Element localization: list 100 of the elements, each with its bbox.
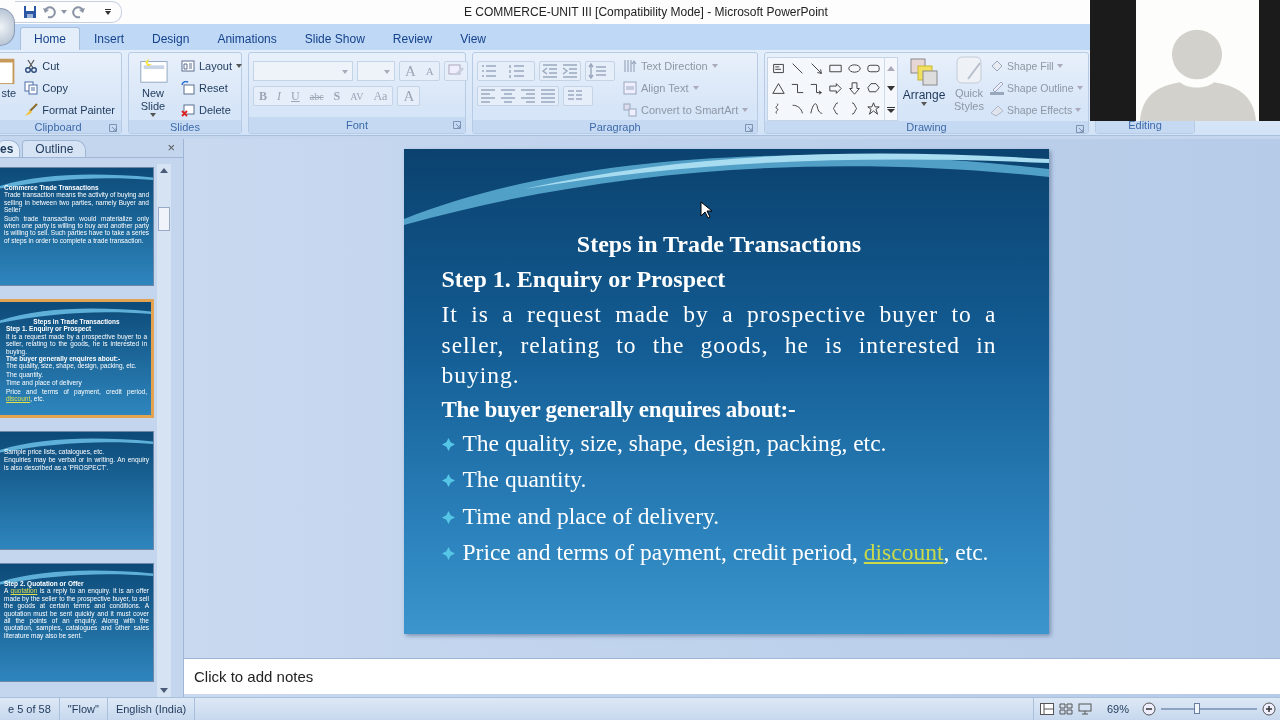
close-button[interactable]: × bbox=[167, 140, 175, 156]
ribbon-tab[interactable]: View bbox=[446, 27, 500, 50]
reset-icon bbox=[181, 80, 195, 95]
slide-paragraph: It is a request made by a prospective buyer to a seller, relating to the goods, he is interested in buying. bbox=[441, 300, 997, 390]
caret-icon bbox=[342, 70, 348, 74]
curve-icon[interactable] bbox=[810, 102, 823, 115]
rectangle-icon[interactable] bbox=[829, 62, 842, 75]
notes-field[interactable]: Click to add notes bbox=[184, 658, 1280, 694]
layout-icon bbox=[181, 58, 195, 73]
redo-icon[interactable] bbox=[72, 5, 86, 19]
caret-icon[interactable] bbox=[61, 10, 67, 14]
arrange-icon bbox=[909, 57, 939, 87]
bullet-icon bbox=[441, 474, 455, 487]
slide-title: Steps in Trade Transactions bbox=[575, 231, 863, 258]
align-text-icon bbox=[623, 80, 637, 95]
pen-icon bbox=[990, 80, 1004, 95]
scroll-down-icon[interactable] bbox=[887, 86, 895, 92]
theme-name: "Flow" bbox=[59, 698, 108, 720]
ribbon-button[interactable]: Format Painter bbox=[22, 99, 117, 120]
ribbon-tab[interactable]: Slide Show bbox=[290, 27, 379, 50]
slider-thumb[interactable] bbox=[1194, 703, 1201, 714]
slide-show-icon[interactable] bbox=[1077, 703, 1092, 715]
arrange-button[interactable]: Arrange bbox=[900, 55, 948, 106]
zoom-slider[interactable] bbox=[1161, 702, 1257, 716]
group-label: Editing bbox=[1128, 119, 1162, 131]
elbow-arrow-icon[interactable] bbox=[810, 82, 823, 95]
caret-icon bbox=[921, 102, 927, 106]
ribbon-tab[interactable]: Review bbox=[378, 27, 447, 50]
bullet-text: Time and place of delivery. bbox=[441, 500, 997, 531]
caret-icon bbox=[236, 63, 243, 68]
paint-bucket-icon bbox=[990, 58, 1004, 73]
ribbon-button[interactable]: Copy bbox=[22, 77, 117, 98]
bullet-text: The quality, size, shape, design, packing, etc. bbox=[441, 427, 997, 458]
slide-thumbnail[interactable] bbox=[0, 167, 154, 286]
pane-tab[interactable]: es bbox=[0, 140, 21, 157]
group-label: Drawing bbox=[906, 121, 947, 133]
group-label: Clipboard bbox=[34, 120, 82, 133]
scroll-thumb[interactable] bbox=[158, 207, 170, 231]
flowchart-icon[interactable] bbox=[867, 82, 880, 95]
bullet-text: Price and terms of payment, credit period, discount, etc. bbox=[441, 537, 997, 568]
caret-icon bbox=[150, 113, 156, 117]
slide-heading: The buyer generally enquires about:- bbox=[441, 396, 797, 423]
new-slide-button[interactable]: New Slide bbox=[133, 55, 173, 117]
scissors-icon bbox=[24, 58, 39, 73]
language[interactable]: English (India) bbox=[107, 698, 196, 720]
brush-icon bbox=[24, 102, 39, 117]
copy-icon bbox=[24, 80, 39, 95]
caret-icon bbox=[711, 63, 718, 68]
text-direction-icon bbox=[623, 58, 637, 73]
caret-icon bbox=[1076, 85, 1083, 90]
slide-thumbnail[interactable] bbox=[0, 563, 154, 682]
arrow-icon[interactable] bbox=[810, 62, 823, 75]
ribbon-tab[interactable]: Animations bbox=[203, 27, 291, 50]
arc-icon[interactable] bbox=[791, 102, 804, 115]
zoom-out-icon[interactable] bbox=[1142, 702, 1156, 716]
pane-tab[interactable]: Outline bbox=[22, 140, 87, 157]
down-arrow-icon[interactable] bbox=[848, 82, 861, 95]
save-icon[interactable] bbox=[23, 5, 37, 19]
scroll-down-icon[interactable] bbox=[160, 688, 168, 693]
caret-icon bbox=[692, 85, 699, 90]
bullet-icon bbox=[441, 510, 455, 524]
ribbon-tab[interactable]: Home bbox=[20, 27, 80, 50]
bullet-icon bbox=[441, 547, 455, 560]
quick-styles-icon bbox=[954, 55, 984, 85]
group-label: Font bbox=[346, 119, 368, 131]
office-button[interactable] bbox=[0, 8, 15, 46]
bullet-icon bbox=[441, 437, 455, 451]
caret-icon bbox=[384, 70, 390, 74]
ribbon-button[interactable]: Delete bbox=[179, 99, 245, 120]
slide-number: e 5 of 58 bbox=[0, 698, 60, 720]
caret-icon bbox=[1075, 107, 1082, 112]
customize-icon[interactable] bbox=[105, 9, 111, 15]
smartart-icon bbox=[623, 102, 637, 117]
zoom-level[interactable]: 69% bbox=[1106, 703, 1129, 715]
normal-view-icon[interactable] bbox=[1039, 703, 1054, 715]
right-arrow-icon[interactable] bbox=[829, 82, 842, 95]
pointer-icon bbox=[699, 201, 712, 219]
undo-icon[interactable] bbox=[42, 5, 56, 19]
star-icon[interactable] bbox=[867, 102, 880, 115]
text-box-icon[interactable] bbox=[772, 62, 785, 75]
triangle-icon[interactable] bbox=[772, 82, 785, 95]
ribbon-button[interactable]: Layout bbox=[179, 55, 245, 76]
more-icon[interactable] bbox=[887, 106, 895, 113]
elbow-connector-icon[interactable] bbox=[791, 82, 804, 95]
scroll-up-icon[interactable] bbox=[160, 168, 168, 173]
group-label: Paragraph bbox=[589, 120, 641, 133]
slide-sorter-icon[interactable] bbox=[1058, 703, 1073, 715]
window-title: E COMMERCE-UNIT III [Compatibility Mode] - Microsoft PowerPoint bbox=[464, 5, 828, 19]
ribbon-tab[interactable]: Design bbox=[138, 27, 204, 50]
caret-icon bbox=[742, 107, 749, 112]
ribbon-button[interactable]: Cut bbox=[22, 55, 117, 76]
scrollbar[interactable] bbox=[157, 164, 171, 697]
slide-heading: Step 1. Enquiry or Prospect bbox=[441, 266, 727, 293]
delete-icon bbox=[181, 102, 195, 117]
paste-button[interactable]: ste bbox=[0, 55, 17, 100]
zoom-in-icon[interactable] bbox=[1262, 702, 1276, 716]
slide-thumbnail[interactable] bbox=[0, 299, 154, 418]
ribbon-button[interactable]: Reset bbox=[179, 77, 245, 98]
line-icon[interactable] bbox=[791, 62, 804, 75]
ribbon-tab[interactable]: Insert bbox=[80, 27, 139, 50]
